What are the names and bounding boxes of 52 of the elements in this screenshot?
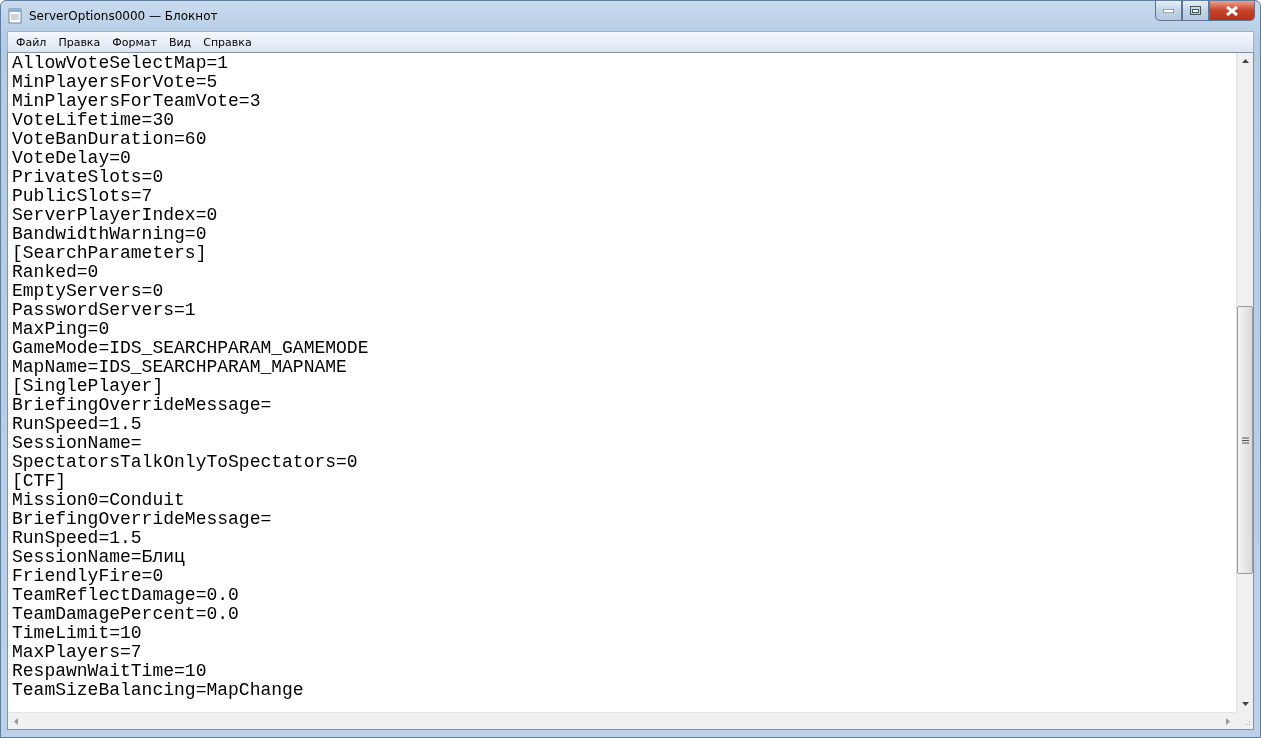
vertical-scrollbar[interactable] xyxy=(1236,53,1253,712)
text-line: [CTF] xyxy=(12,472,67,491)
grip-icon xyxy=(1241,436,1249,444)
text-line: PrivateSlots=0 xyxy=(12,168,165,187)
notepad-icon xyxy=(7,8,23,24)
menu-item[interactable]: Формат xyxy=(106,35,163,49)
menu-item[interactable]: Правка xyxy=(52,35,107,49)
text-line: MaxPing=0 xyxy=(12,320,111,339)
text-line: BriefingOverrideMessage= xyxy=(12,510,273,529)
maximize-icon xyxy=(1190,6,1201,15)
text-line: RunSpeed=1.5 xyxy=(12,529,143,548)
text-line: FriendlyFire=0 xyxy=(12,567,165,586)
text-line: RunSpeed=1.5 xyxy=(12,415,143,434)
close-icon xyxy=(1226,5,1238,16)
text-line: [SinglePlayer] xyxy=(12,377,165,396)
text-line: AllowVoteSelectMap=1 xyxy=(12,54,230,73)
text-line: Mission0=Conduit xyxy=(12,491,186,510)
text-line: GameMode=IDS_SEARCHPARAM_GAMEMODE xyxy=(12,339,370,358)
text-line: TimeLimit=10 xyxy=(12,624,143,643)
text-line: [SearchParameters] xyxy=(12,244,208,263)
grip-dots-icon xyxy=(1246,721,1250,725)
text-line: SpectatorsTalkOnlyToSpectators=0 xyxy=(12,453,359,472)
text-line: SessionName= xyxy=(12,434,143,453)
text-line: BriefingOverrideMessage= xyxy=(12,396,273,415)
menu-item[interactable]: Справка xyxy=(197,35,258,49)
text-line: MaxPlayers=7 xyxy=(12,643,143,662)
text-line: TeamSizeBalancing=MapChange xyxy=(12,681,305,700)
scroll-thumb[interactable] xyxy=(1237,306,1253,574)
window-title: ServerOptions0000 — Блокнот xyxy=(29,9,219,23)
text-line: RespawnWaitTime=10 xyxy=(12,662,208,681)
maximize-button[interactable] xyxy=(1182,1,1209,21)
horizontal-scrollbar[interactable] xyxy=(8,712,1236,729)
menu-item[interactable]: Вид xyxy=(162,35,198,49)
text-line: MinPlayersForVote=5 xyxy=(12,73,219,92)
text-line: VoteLifetime=30 xyxy=(12,111,176,130)
menu-item[interactable]: Файл xyxy=(10,35,53,49)
text-line: VoteDelay=0 xyxy=(12,149,132,168)
text-line: PublicSlots=7 xyxy=(12,187,154,206)
text-line: Ranked=0 xyxy=(12,263,100,282)
text-line: EmptyServers=0 xyxy=(12,282,165,301)
minimize-icon xyxy=(1163,8,1174,13)
text-line: MinPlayersForTeamVote=3 xyxy=(12,92,262,111)
text-line: PasswordServers=1 xyxy=(12,301,197,320)
text-line: TeamReflectDamage=0.0 xyxy=(12,586,240,605)
text-line: MapName=IDS_SEARCHPARAM_MAPNAME xyxy=(12,358,348,377)
minimize-button[interactable] xyxy=(1155,1,1182,21)
close-button[interactable] xyxy=(1209,1,1255,21)
text-line: ServerPlayerIndex=0 xyxy=(12,206,219,225)
text-line: TeamDamagePercent=0.0 xyxy=(12,605,240,624)
text-line: VoteBanDuration=60 xyxy=(12,130,208,149)
text-line: BandwidthWarning=0 xyxy=(12,225,208,244)
text-line: SessionName=Блиц xyxy=(12,548,186,567)
